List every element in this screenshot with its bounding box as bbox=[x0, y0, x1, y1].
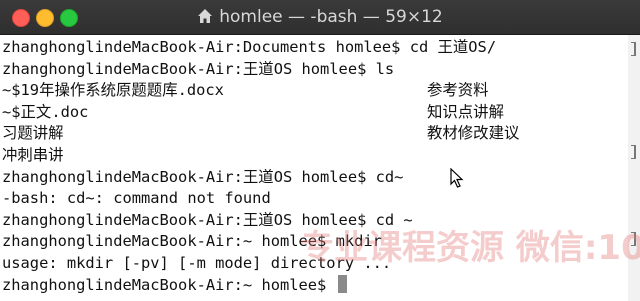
terminal-line: -bash: cd~: command not found bbox=[2, 189, 271, 208]
mouse-cursor-icon bbox=[450, 167, 464, 192]
scroll-marker bbox=[631, 232, 636, 246]
terminal-line: zhanghonglindeMacBook-Air:王道OS homlee$ c… bbox=[2, 167, 404, 186]
terminal-line: 冲刺串讲 bbox=[2, 145, 64, 164]
terminal-window: homlee — -bash — 59×12 zhanghonglindeMac… bbox=[0, 0, 640, 301]
ls-entry: 参考资料 bbox=[427, 81, 489, 100]
scroll-marker bbox=[631, 145, 636, 159]
window-title: homlee — -bash — 59×12 bbox=[0, 7, 640, 29]
terminal-line: ~$19年操作系统原题题库.docx 参考资料 bbox=[2, 80, 628, 102]
ls-entry: 教材修改建议 bbox=[427, 124, 520, 143]
terminal-line: usage: mkdir [-pv] [-m mode] directory .… bbox=[2, 253, 392, 272]
title-bar[interactable]: homlee — -bash — 59×12 bbox=[0, 0, 640, 35]
terminal-line: zhanghonglindeMacBook-Air:~ homlee$ mkdi… bbox=[2, 232, 382, 251]
terminal-prompt-line[interactable]: zhanghonglindeMacBook-Air:~ homlee$ bbox=[2, 274, 628, 297]
window-title-text: homlee — -bash — 59×12 bbox=[219, 7, 443, 27]
ls-entry: 知识点讲解 bbox=[427, 102, 504, 121]
terminal-line: zhanghonglindeMacBook-Air:Documents homl… bbox=[2, 38, 497, 56]
text-cursor bbox=[337, 274, 347, 293]
terminal-output[interactable]: zhanghonglindeMacBook-Air:Documents homl… bbox=[0, 35, 628, 301]
terminal-line: ~$正文.doc 知识点讲解 bbox=[2, 102, 628, 124]
scrollbar[interactable] bbox=[628, 35, 640, 301]
scroll-marker bbox=[631, 42, 636, 56]
terminal-line: 习题讲解 教材修改建议 bbox=[2, 123, 628, 145]
terminal-line: zhanghonglindeMacBook-Air:王道OS homlee$ c… bbox=[2, 210, 413, 229]
home-icon bbox=[197, 8, 213, 29]
terminal-line: zhanghonglindeMacBook-Air:王道OS homlee$ l… bbox=[2, 59, 395, 78]
